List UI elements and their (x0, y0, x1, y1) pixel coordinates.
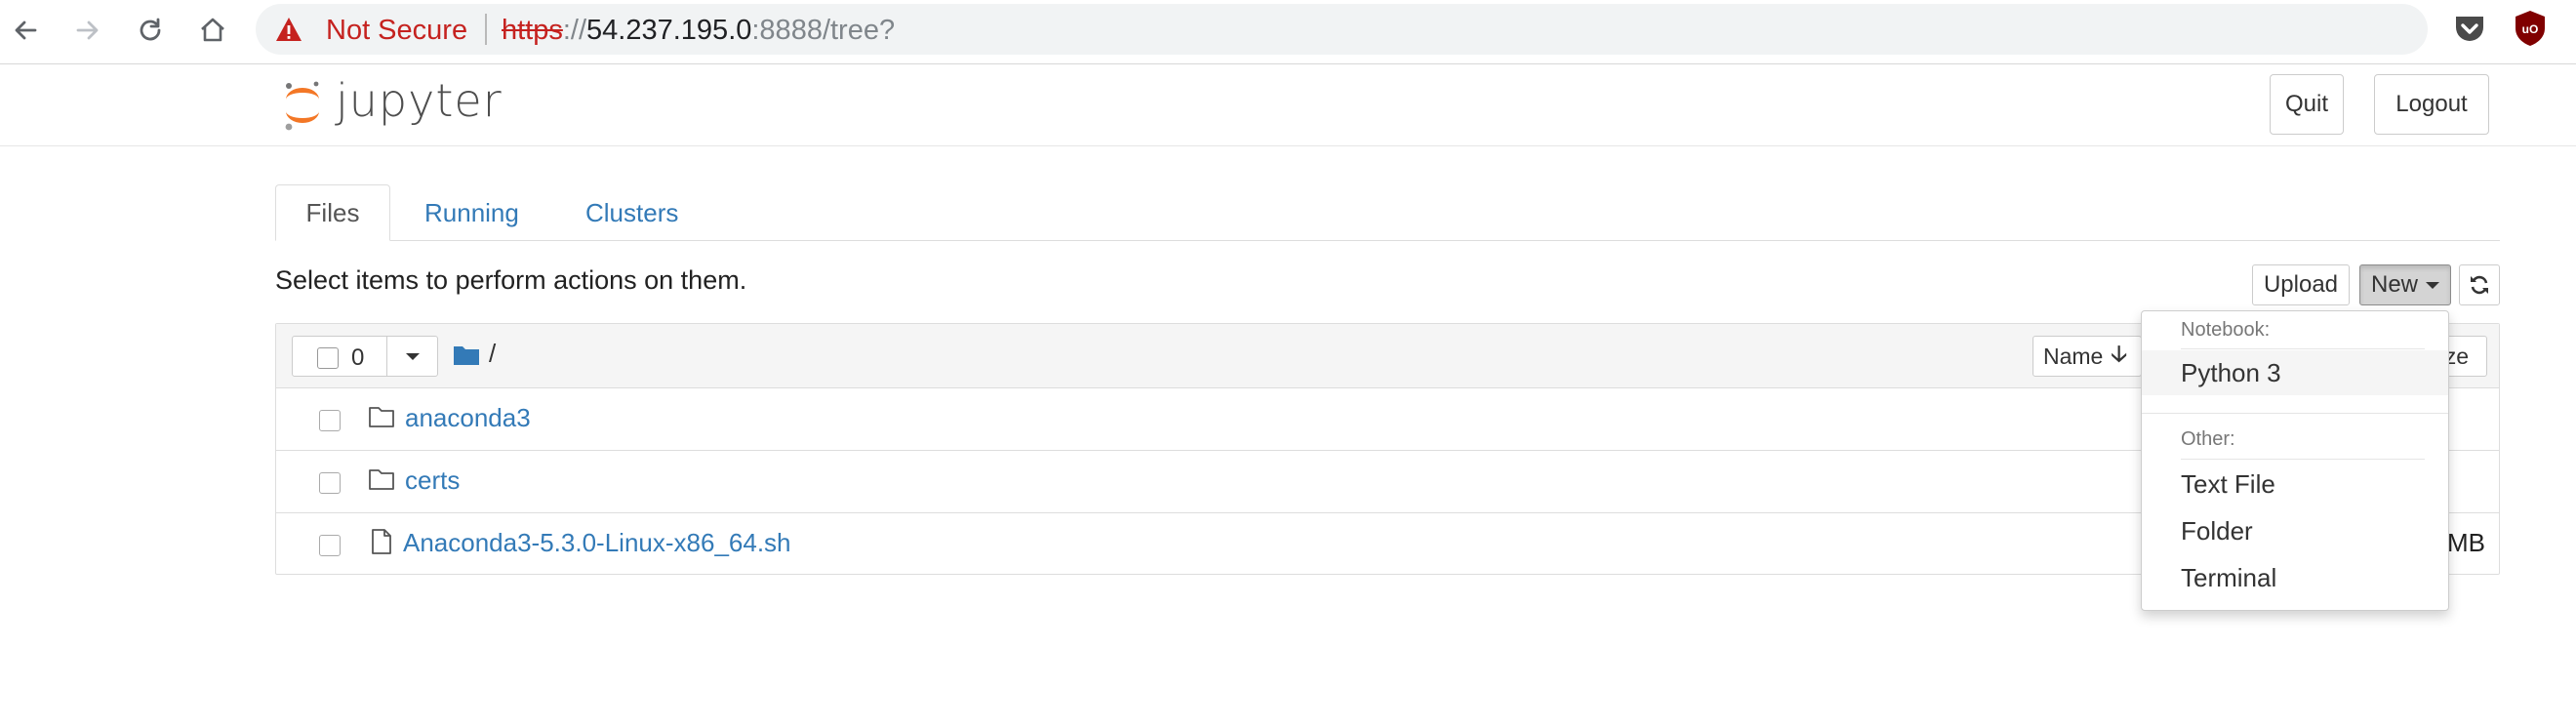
notebook-section-header: Notebook: (2181, 319, 2271, 341)
row-checkbox[interactable] (319, 472, 341, 494)
forward-arrow-icon (76, 20, 99, 40)
new-folder[interactable]: Folder (2142, 508, 2448, 553)
quit-button[interactable]: Quit (2270, 74, 2344, 135)
url-separator: :// (562, 15, 587, 46)
ublock-origin-extension-icon[interactable]: uO (2514, 10, 2547, 47)
tab-files[interactable]: Files (275, 184, 390, 241)
select-menu-caret-icon[interactable] (406, 353, 420, 360)
new-terminal[interactable]: Terminal (2142, 555, 2448, 600)
jupyter-logo-text[interactable]: jupyter (336, 74, 503, 127)
sort-arrow-down-icon: 🡣 (2111, 340, 2127, 366)
forward-button[interactable] (66, 9, 109, 52)
menu-divider (2142, 413, 2448, 414)
menu-rule (2181, 348, 2425, 349)
new-text-file[interactable]: Text File (2142, 462, 2448, 506)
address-bar[interactable]: Not Secure https://54.237.195.0:8888/tre… (256, 4, 2428, 55)
selection-hint: Select items to perform actions on them. (275, 265, 747, 295)
logout-button[interactable]: Logout (2374, 74, 2489, 135)
menu-rule (2181, 459, 2425, 460)
back-button[interactable] (4, 9, 47, 52)
sort-by-name-button[interactable]: Name 🡣 (2033, 336, 2142, 377)
file-icon (372, 529, 391, 554)
tab-running[interactable]: Running (395, 184, 548, 241)
warning-triangle-icon (276, 18, 302, 41)
jupyter-header: jupyter Quit Logout (0, 64, 2576, 146)
home-button[interactable] (191, 9, 234, 52)
browser-toolbar: Not Secure https://54.237.195.0:8888/tre… (0, 0, 2576, 64)
new-button-label: New (2370, 271, 2418, 298)
file-link[interactable]: Anaconda3-5.3.0-Linux-x86_64.sh (403, 528, 791, 558)
reload-icon (140, 18, 161, 41)
folder-icon (369, 469, 394, 490)
breadcrumb-root[interactable]: / (489, 339, 496, 369)
refresh-button[interactable] (2459, 264, 2500, 305)
other-section-header: Other: (2181, 428, 2235, 450)
reload-button[interactable] (129, 9, 172, 52)
url-scheme: https (502, 15, 563, 46)
home-icon (201, 18, 224, 42)
row-checkbox[interactable] (319, 410, 341, 431)
upload-button[interactable]: Upload (2252, 264, 2350, 305)
file-size: MB (2447, 528, 2485, 557)
svg-text:uO: uO (2522, 22, 2539, 36)
url-path: :8888/tree? (751, 15, 896, 46)
folder-open-icon[interactable] (454, 344, 479, 365)
refresh-icon (2471, 275, 2488, 295)
select-all-checkbox[interactable] (317, 347, 339, 369)
new-python3-notebook[interactable]: Python 3 (2142, 350, 2448, 395)
file-link[interactable]: certs (405, 465, 460, 496)
url-host: 54.237.195.0 (586, 15, 752, 46)
omnibox-separator (485, 14, 487, 45)
pocket-extension-icon[interactable] (2453, 14, 2486, 45)
jupyter-logo-icon[interactable] (281, 78, 324, 133)
back-arrow-icon (15, 20, 37, 40)
url-text[interactable]: https://54.237.195.0:8888/tree? (502, 15, 895, 47)
new-dropdown-button[interactable]: New (2359, 264, 2451, 305)
row-checkbox[interactable] (319, 535, 341, 556)
folder-icon (369, 407, 394, 427)
caret-down-icon (2426, 281, 2439, 289)
sort-name-label: Name (2043, 343, 2104, 369)
selected-count: 0 (351, 344, 365, 371)
select-group-divider (386, 337, 387, 376)
file-link[interactable]: anaconda3 (405, 403, 531, 433)
new-dropdown-menu: Notebook: Python 3 Other: Text File Fold… (2141, 310, 2449, 611)
tab-clusters[interactable]: Clusters (556, 184, 707, 241)
not-secure-label[interactable]: Not Secure (326, 15, 467, 47)
select-all-group[interactable]: 0 (292, 336, 438, 377)
